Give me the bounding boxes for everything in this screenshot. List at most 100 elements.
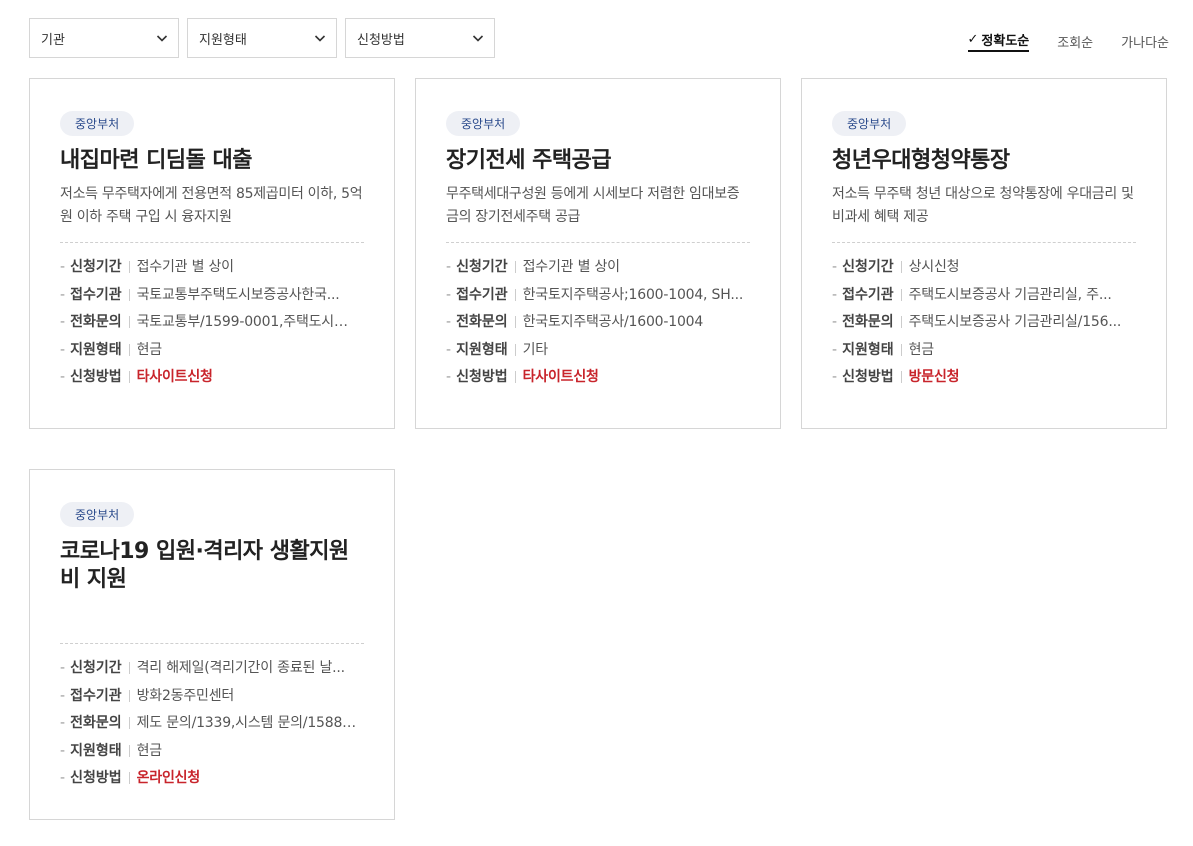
service-card[interactable]: 중앙부처 장기전세 주택공급 무주택세대구성원 등에게 시세보다 저렴한 임대보… <box>415 78 781 429</box>
card-description: 무주택세대구성원 등에게 시세보다 저렴한 임대보증금의 장기전세주택 공급 <box>446 186 740 225</box>
info-phone: - 전화문의 국토교통부/1599-0001,주택도시보... <box>60 314 359 330</box>
card-title[interactable]: 장기전세 주택공급 <box>446 147 750 175</box>
info-period: - 신청기간 접수기관 별 상이 <box>446 259 620 275</box>
info-label: 신청방법 <box>70 770 122 786</box>
info-label: 신청기간 <box>842 259 894 275</box>
info-period: - 신청기간 접수기관 별 상이 <box>60 259 234 275</box>
filter-support-type-label: 지원형태 <box>199 32 247 48</box>
info-label: 지원형태 <box>70 341 122 358</box>
info-method: - 신청방법 온라인신청 <box>60 770 200 786</box>
filter-agency-select[interactable]: 기관 <box>29 18 179 58</box>
sort-views[interactable]: 조회순 <box>1057 30 1093 52</box>
card-title[interactable]: 청년우대형청약통장 <box>832 147 1136 175</box>
info-value: 현금 <box>136 341 162 358</box>
info-label: 지원형태 <box>456 341 508 358</box>
info-support-type: - 지원형태 현금 <box>60 742 162 759</box>
info-value: 현금 <box>908 341 934 358</box>
info-support-type: - 지원형태 현금 <box>60 341 162 358</box>
card-description <box>60 602 364 630</box>
chevron-down-icon <box>314 35 326 42</box>
info-value: 국토교통부/1599-0001,주택도시보... <box>136 314 359 330</box>
info-value: 국토교통부주택도시보증공사한국... <box>136 286 340 303</box>
info-agency: - 접수기관 국토교통부주택도시보증공사한국... <box>60 286 340 303</box>
service-card[interactable]: 중앙부처 내집마련 디딤돌 대출 저소득 무주택자에게 전용면적 85제곱미터 … <box>29 78 395 429</box>
info-label: 신청방법 <box>842 369 894 385</box>
category-badge: 중앙부처 <box>60 502 135 527</box>
info-value: 타사이트신청 <box>136 369 213 385</box>
info-support-type: - 지원형태 기타 <box>446 341 548 358</box>
sort-views-label: 조회순 <box>1057 35 1094 51</box>
info-label: 지원형태 <box>70 742 122 759</box>
card-info-list: - 신청기간 접수기관 별 상이 - 접수기관 국토교통부주택도시보증공사한국... -… <box>60 257 364 395</box>
info-method: - 신청방법 타사이트신청 <box>446 369 599 385</box>
info-label: 접수기관 <box>842 286 894 303</box>
sort-alphabetical-label: 가나다순 <box>1121 35 1169 51</box>
category-badge: 중앙부처 <box>60 111 135 136</box>
card-info-list: - 신청기간 상시신청 - 접수기관 주택도시보증공사 기금관리실, 주... - 전화문… <box>832 257 1136 395</box>
sort-alphabetical[interactable]: 가나다순 <box>1121 30 1169 52</box>
info-label: 접수기관 <box>70 286 122 303</box>
check-icon: ✓ <box>967 32 979 47</box>
info-method: - 신청방법 방문신청 <box>832 369 960 385</box>
info-value: 한국토지주택공사;1600-1004, SH... <box>522 286 744 303</box>
info-value: 주택도시보증공사 기금관리실, 주... <box>908 286 1112 303</box>
category-badge: 중앙부처 <box>446 111 521 136</box>
sort-accuracy[interactable]: ✓ 정확도순 <box>967 30 1030 52</box>
card-title[interactable]: 내집마련 디딤돌 대출 <box>60 147 364 175</box>
info-label: 접수기관 <box>70 687 122 704</box>
info-agency: - 접수기관 주택도시보증공사 기금관리실, 주... <box>832 286 1112 303</box>
sort-accuracy-label: 정확도순 <box>981 34 1030 49</box>
service-card[interactable]: 중앙부처 코로나19 입원·격리자 생활지원비 지원 - 신청기간 격리 해제일(격… <box>29 469 395 820</box>
divider <box>832 242 1136 243</box>
info-value: 한국토지주택공사/1600-1004 <box>522 314 704 330</box>
filter-support-type-select[interactable]: 지원형태 <box>187 18 337 58</box>
info-value: 기타 <box>522 341 548 358</box>
info-label: 전화문의 <box>70 314 122 330</box>
info-label: 전화문의 <box>456 314 508 330</box>
divider <box>60 643 364 644</box>
info-label: 지원형태 <box>842 341 894 358</box>
filter-apply-method-select[interactable]: 신청방법 <box>345 18 495 58</box>
chevron-down-icon <box>156 35 168 42</box>
category-badge: 중앙부처 <box>832 111 907 136</box>
divider <box>60 242 364 243</box>
info-agency: - 접수기관 방화2동주민센터 <box>60 687 235 704</box>
info-value: 방화2동주민센터 <box>136 687 235 704</box>
filter-bar: 기관 지원형태 신청방법 <box>29 18 495 58</box>
info-value: 주택도시보증공사 기금관리실/156... <box>908 314 1122 330</box>
info-value: 접수기관 별 상이 <box>522 259 620 275</box>
info-period: - 신청기간 상시신청 <box>832 259 960 275</box>
info-agency: - 접수기관 한국토지주택공사;1600-1004, SH... <box>446 286 744 303</box>
info-phone: - 전화문의 주택도시보증공사 기금관리실/156... <box>832 314 1122 330</box>
info-phone: - 전화문의 한국토지주택공사/1600-1004 <box>446 314 704 330</box>
filter-agency-label: 기관 <box>41 32 65 48</box>
info-label: 접수기관 <box>456 286 508 303</box>
info-value: 상시신청 <box>908 259 960 275</box>
card-description: 저소득 무주택 청년 대상으로 청약통장에 우대금리 및 비과세 혜택 제공 <box>832 186 1134 225</box>
filter-apply-method-label: 신청방법 <box>357 32 405 48</box>
info-value: 현금 <box>136 742 162 759</box>
info-value: 온라인신청 <box>136 770 200 786</box>
info-label: 전화문의 <box>70 715 122 731</box>
info-label: 신청방법 <box>456 369 508 385</box>
info-value: 타사이트신청 <box>522 369 599 385</box>
card-info-list: - 신청기간 접수기관 별 상이 - 접수기관 한국토지주택공사;1600-1004, … <box>446 257 750 395</box>
card-info-list: - 신청기간 격리 해제일(격리기간이 종료된 날... - 접수기관 방화2동주민센터… <box>60 658 364 796</box>
info-value: 접수기관 별 상이 <box>136 259 234 275</box>
info-value: 제도 문의/1339,시스템 문의/1588-... <box>136 715 359 731</box>
info-method: - 신청방법 타사이트신청 <box>60 369 213 385</box>
info-value: 방문신청 <box>908 369 960 385</box>
info-period: - 신청기간 격리 해제일(격리기간이 종료된 날... <box>60 660 345 676</box>
divider <box>446 242 750 243</box>
info-label: 신청기간 <box>70 660 122 676</box>
info-label: 신청방법 <box>70 369 122 385</box>
card-title[interactable]: 코로나19 입원·격리자 생활지원비 지원 <box>60 538 364 594</box>
info-support-type: - 지원형태 현금 <box>832 341 934 358</box>
info-label: 신청기간 <box>70 259 122 275</box>
chevron-down-icon <box>472 35 484 42</box>
info-label: 신청기간 <box>456 259 508 275</box>
service-card[interactable]: 중앙부처 청년우대형청약통장 저소득 무주택 청년 대상으로 청약통장에 우대금… <box>801 78 1167 429</box>
info-label: 전화문의 <box>842 314 894 330</box>
info-value: 격리 해제일(격리기간이 종료된 날... <box>136 660 345 676</box>
info-phone: - 전화문의 제도 문의/1339,시스템 문의/1588-... <box>60 715 359 731</box>
